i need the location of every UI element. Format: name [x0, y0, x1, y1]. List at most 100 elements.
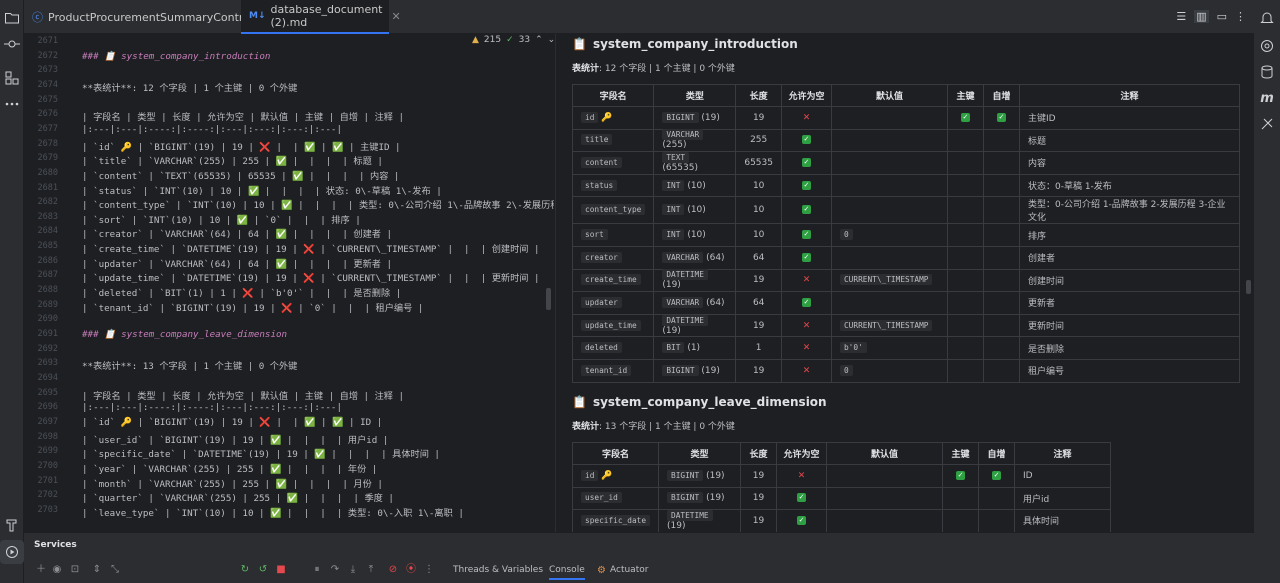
project-folder-icon[interactable] [0, 6, 24, 30]
step-out-icon[interactable]: ⤒ [364, 563, 378, 577]
primary-key-cell [946, 313, 984, 338]
line-number: 2687 [37, 270, 58, 281]
pause-icon[interactable]: ⏸ [310, 563, 324, 577]
primary-key-cell [946, 358, 984, 383]
rerun-debug-icon[interactable]: ↺ [256, 563, 270, 577]
field-name-cell: creator [571, 245, 655, 270]
editor-only-icon[interactable]: ☰ [1176, 10, 1186, 23]
primary-key-cell [946, 173, 984, 198]
table-row: create_time DATETIME (19) 19 ✕ CURRENT\_TIME… [571, 268, 1240, 293]
split-view-icon[interactable]: ▥ [1194, 10, 1209, 23]
field-name-cell: sort [571, 223, 655, 247]
line-number: 2679 [37, 153, 58, 164]
inspection-widget[interactable]: ▲ 215 ✓ 33 ⌃ ⌄ [472, 35, 554, 45]
type-cell: DATETIME (19) [653, 313, 737, 338]
tab-console[interactable]: Console [549, 565, 585, 580]
step-over-icon[interactable]: ↷ [328, 563, 342, 577]
services-panel: Services ＋ ◉ ⊡ ⇕ ⤡ ↻ ↺ ■ ⏸ ↷ ⤓ ⤒ ⊘ ⦿ ⋮ T… [24, 532, 1254, 583]
line-number: 2695 [37, 387, 58, 398]
view-icon[interactable]: ◉ [50, 563, 64, 577]
chevron-down-icon[interactable]: ⌄ [548, 35, 554, 45]
preview-scrollbar[interactable] [1246, 280, 1251, 294]
more-vertical-icon[interactable]: ⋮ [1235, 10, 1246, 23]
comment-cell: 排序 [1018, 223, 1240, 247]
type-name: BIT [662, 342, 685, 354]
more-vertical-icon[interactable]: ⋮ [422, 563, 436, 577]
line-number: 2699 [37, 446, 58, 457]
tab-database-document[interactable]: M↓ database_document (2).md ✕ [241, 0, 401, 34]
line-number: 2697 [37, 416, 58, 427]
database-icon[interactable] [1255, 60, 1279, 84]
default-cell [830, 106, 948, 130]
structure-icon[interactable] [0, 66, 24, 90]
tab-actuator[interactable]: Actuator [610, 565, 648, 575]
length-cell: 19 [740, 509, 778, 532]
heading-line: ### 📋 system_company_introduction [82, 50, 271, 62]
primary-key-cell: ✓ [942, 464, 980, 488]
column-header: 默认值 [826, 442, 944, 465]
default-cell [830, 128, 948, 153]
table-row: specific_date DATETIME (19) 19 ✓ 具体时间 [571, 509, 1112, 532]
expand-icon[interactable]: ⇕ [90, 563, 104, 577]
code-line: | `user_id` | `BIGINT`(19) | 19 | ✅ | | … [82, 434, 389, 446]
ai-assistant-icon[interactable] [1255, 34, 1279, 58]
editor-scrollbar[interactable] [546, 288, 551, 310]
code-line: | `tenant_id` | `BIGINT`(19) | 19 | ❌ | … [82, 302, 424, 314]
field-name-cell: status [571, 173, 655, 198]
nullable-cell: ✓ [780, 223, 832, 247]
length-cell: 19 [735, 313, 782, 338]
chevron-up-icon[interactable]: ⌃ [535, 35, 543, 45]
services-icon[interactable] [0, 540, 24, 564]
tab-threads-variables[interactable]: Threads & Variables [453, 565, 543, 575]
auto-increment-cell [982, 358, 1020, 383]
code-line: | 字段名 | 类型 | 长度 | 允许为空 | 默认值 | 主键 | 自增 |… [82, 390, 405, 402]
code-line: | `content_type` | `INT`(10) | 10 | ✅ | … [82, 200, 554, 212]
auto-increment-cell [982, 336, 1020, 360]
comment-cell: 是否删除 [1018, 336, 1240, 360]
close-icon[interactable]: ✕ [392, 10, 401, 23]
notifications-bell-icon[interactable] [1255, 6, 1279, 30]
type-cell: BIGINT (19) [658, 464, 742, 488]
nullable-cell: ✕ [780, 268, 832, 293]
maven-icon[interactable]: m [1255, 86, 1279, 110]
group-icon[interactable]: ⊡ [68, 563, 82, 577]
more-icon[interactable] [0, 92, 24, 116]
collapse-icon[interactable]: ⤡ [108, 563, 122, 577]
line-number: 2681 [37, 182, 58, 193]
type-name: BIGINT [667, 492, 704, 504]
auto-increment-cell [982, 313, 1020, 338]
code-line: | `create_time` | `DATETIME`(19) | 19 | … [82, 244, 540, 256]
type-size: (19) [701, 365, 720, 376]
field-name-cell: user_id [571, 486, 660, 511]
type-size: (19) [662, 325, 681, 336]
commit-icon[interactable] [0, 32, 24, 56]
breakpoints-icon[interactable]: ⦿ [404, 563, 418, 577]
default-cell [830, 291, 948, 315]
type-cell: INT (10) [653, 223, 737, 247]
mute-breakpoints-icon[interactable]: ⊘ [386, 563, 400, 577]
type-name: DATETIME [662, 269, 708, 281]
build-hammer-icon[interactable] [0, 513, 24, 537]
type-size: (10) [687, 180, 706, 191]
rerun-icon[interactable]: ↻ [238, 563, 252, 577]
add-icon[interactable]: ＋ [34, 563, 48, 577]
code-line: | `specific_date` | `DATETIME`(19) | 19 … [82, 449, 440, 461]
nullable-cell: ✕ [780, 336, 832, 360]
markdown-editor[interactable]: ▲ 215 ✓ 33 ⌃ ⌄ 2671 2672 ### 📋 system_compan… [24, 34, 554, 532]
field-name-cell: deleted [571, 336, 655, 360]
code-line: **表统计**: 13 个字段 | 1 个主键 | 0 个外键 [82, 361, 298, 373]
plugin-icon[interactable] [1255, 112, 1279, 136]
preview-only-icon[interactable]: ▭ [1217, 10, 1227, 23]
step-into-icon[interactable]: ⤓ [346, 563, 360, 577]
nullable-cell: ✕ [780, 358, 832, 383]
cross-mark-icon: ✕ [802, 112, 811, 123]
tab-controller-java[interactable]: ⓒ ProductProcurementSummaryController.ja… [24, 0, 293, 34]
type-size: (10) [687, 230, 706, 241]
stop-icon[interactable]: ■ [274, 563, 288, 577]
default-cell: CURRENT\_TIMESTAMP [830, 268, 948, 293]
line-number: 2676 [37, 109, 58, 120]
nullable-cell: ✓ [780, 196, 832, 225]
cross-mark-icon: ✕ [802, 275, 811, 286]
cross-mark-icon: ✕ [797, 470, 806, 481]
type-size: (19) [701, 112, 720, 123]
